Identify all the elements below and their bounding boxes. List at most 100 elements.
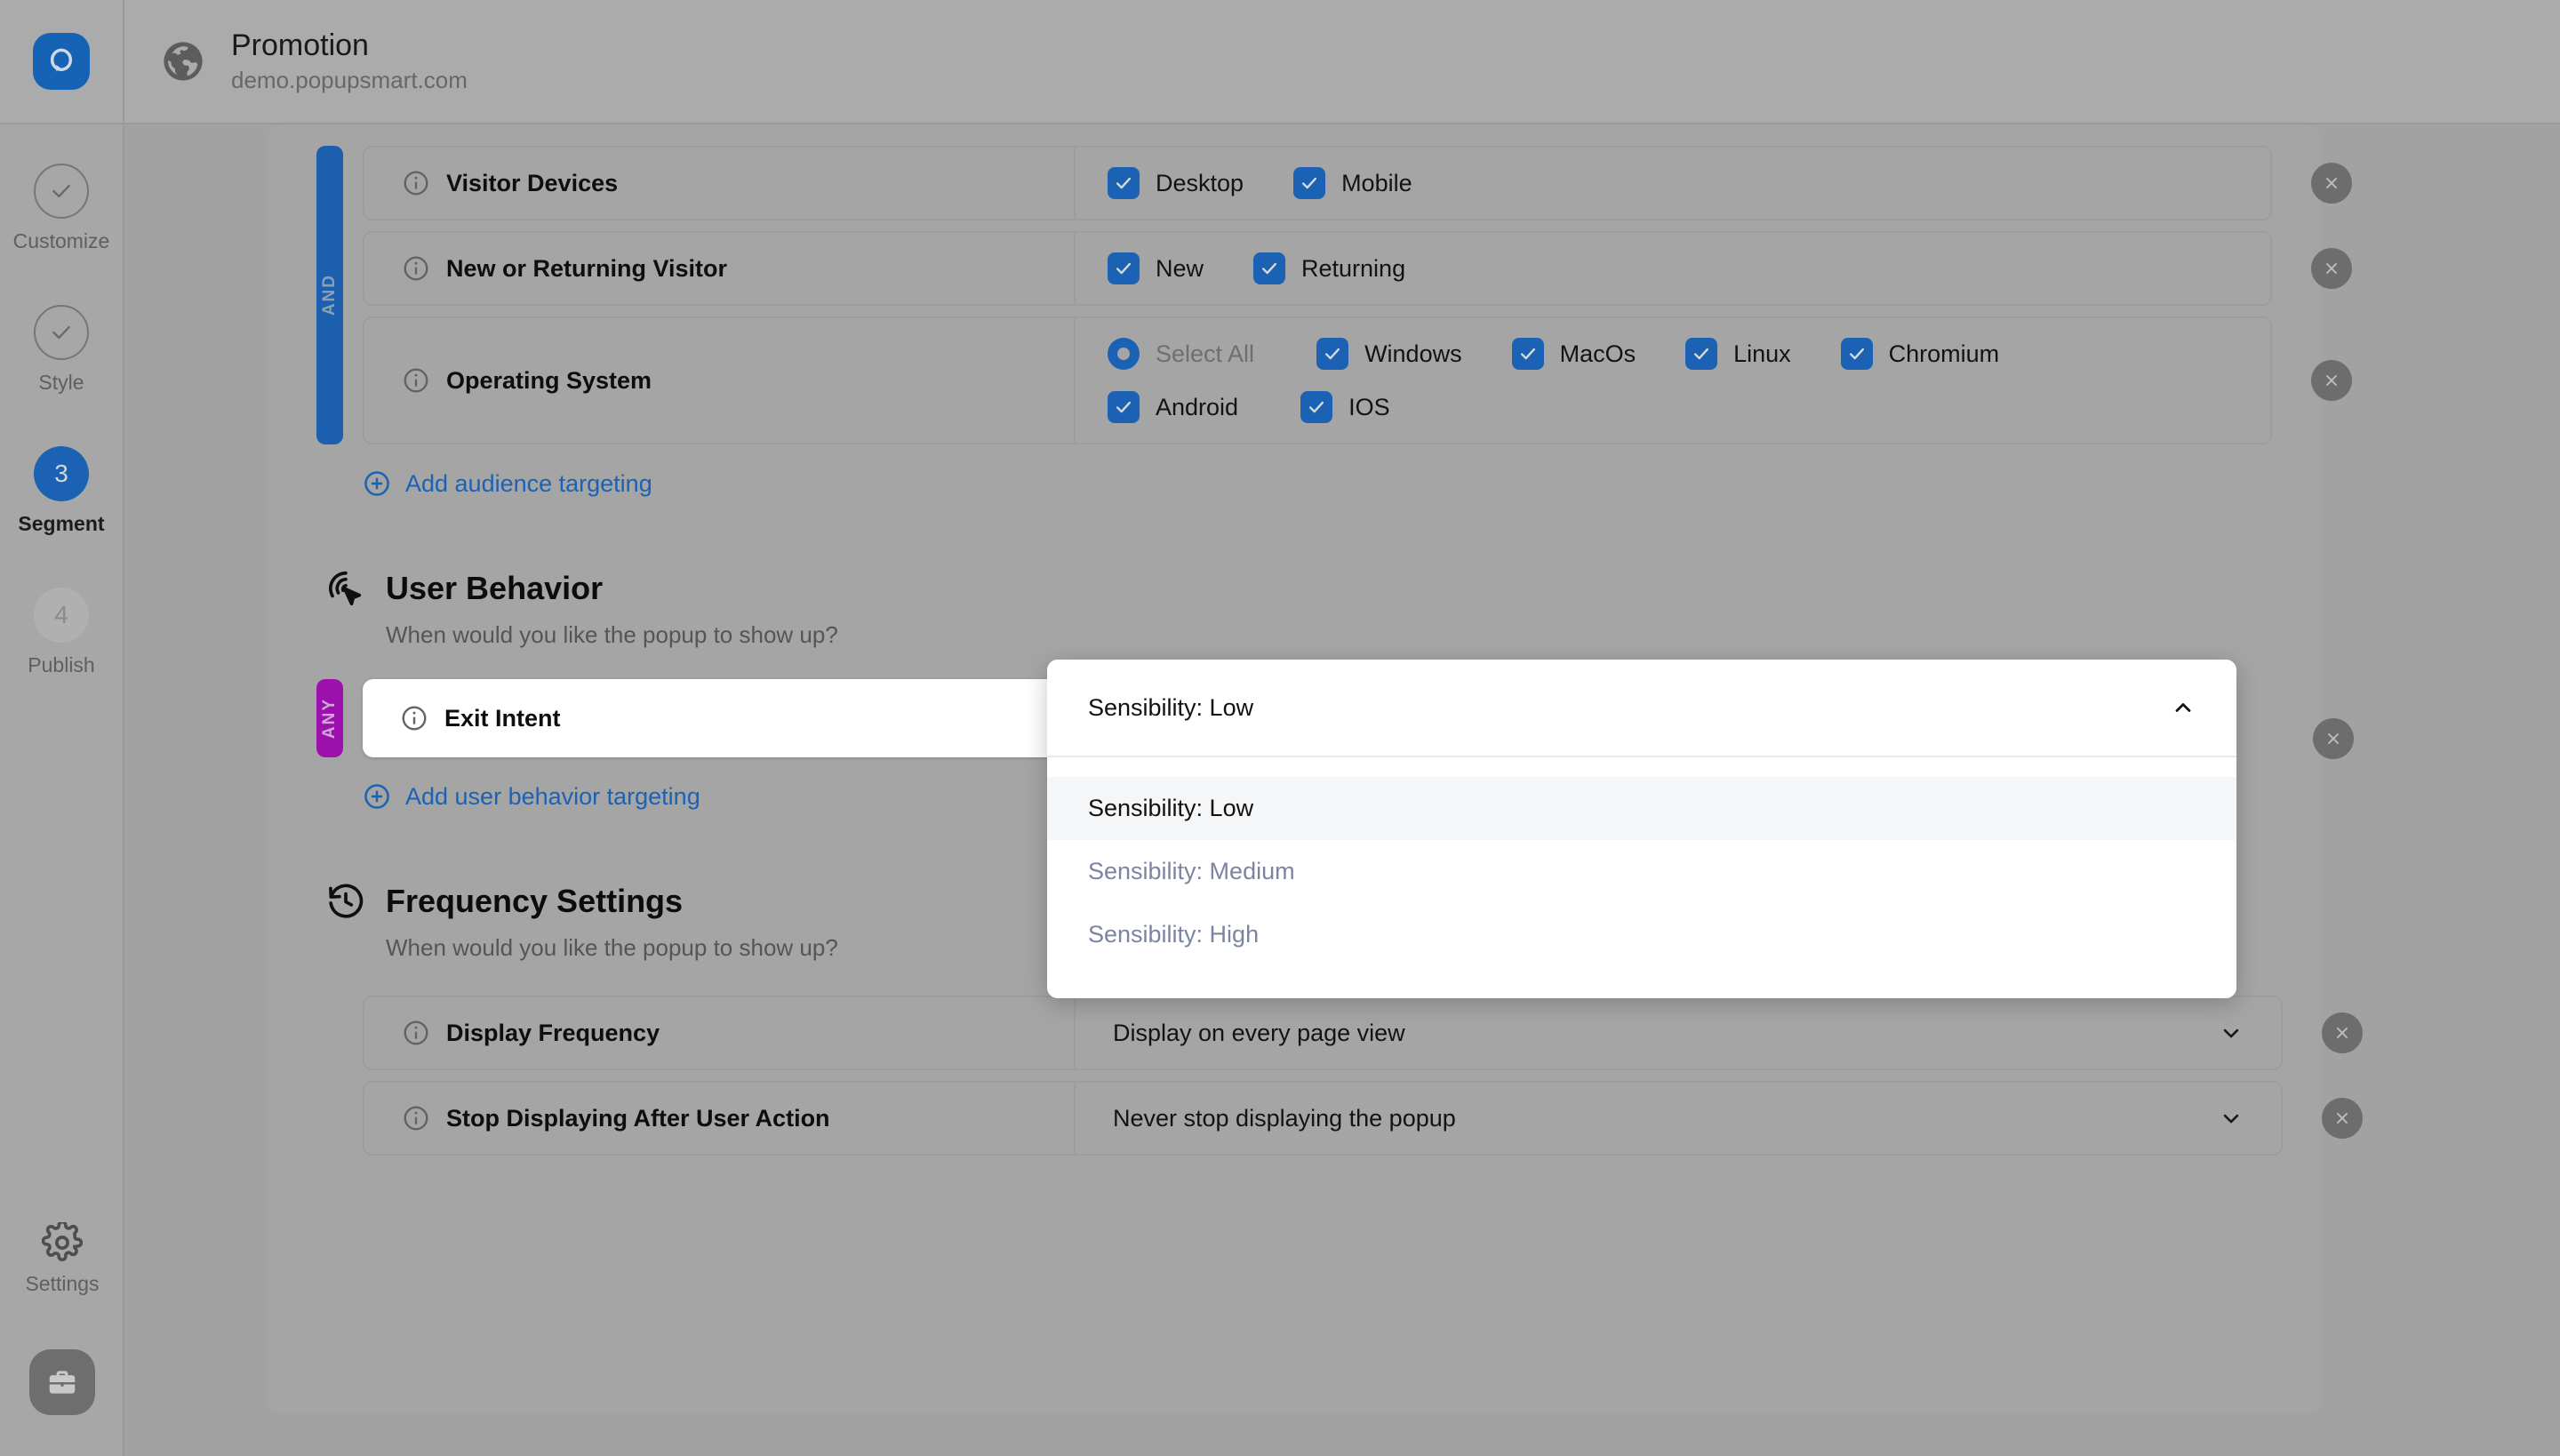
checkbox-mobile[interactable]: Mobile [1293, 167, 1412, 199]
display-frequency-select[interactable]: Display on every page view [1076, 997, 2281, 1068]
sidebar-bottom: Settings [0, 1220, 124, 1415]
chevron-down-icon [2219, 1020, 2244, 1045]
add-user-behavior-targeting-label: Add user behavior targeting [405, 782, 700, 810]
checkbox-label: MacOs [1559, 340, 1636, 367]
checkbox-checked-icon [1108, 391, 1140, 423]
site-info: Promotion demo.popupsmart.com [124, 28, 468, 94]
dropdown-option-low[interactable]: Sensibility: Low [1047, 777, 2236, 840]
rule-title: Operating System [446, 366, 652, 394]
info-icon[interactable] [402, 254, 430, 283]
sidebar-item-customize[interactable]: Customize [0, 164, 123, 253]
sensibility-selected-value: Sensibility: Low [1088, 693, 1254, 721]
step-label-customize: Customize [12, 229, 110, 252]
briefcase-icon[interactable] [29, 1349, 95, 1415]
section-subtitle: When would you like the popup to show up… [386, 621, 838, 648]
plus-circle-icon [363, 469, 391, 498]
settings-label: Settings [25, 1272, 100, 1295]
site-url: demo.popupsmart.com [231, 67, 468, 94]
checkbox-checked-icon [1685, 338, 1718, 370]
connector-and: AND [316, 146, 343, 444]
info-icon[interactable] [400, 704, 428, 732]
remove-rule-button[interactable] [2311, 163, 2352, 204]
top-bar: Promotion demo.popupsmart.com [0, 0, 2560, 124]
gear-icon [41, 1220, 84, 1263]
checkbox-desktop[interactable]: Desktop [1108, 167, 1244, 199]
sidebar-item-publish[interactable]: 4 Publish [0, 588, 123, 677]
stop-displaying-select[interactable]: Never stop displaying the popup [1076, 1083, 2281, 1154]
remove-rule-button[interactable] [2322, 1098, 2363, 1139]
rule-row-exit-intent[interactable]: Exit Intent [363, 679, 1074, 757]
sidebar-item-settings[interactable]: Settings [0, 1220, 124, 1296]
sidebar-item-segment[interactable]: 3 Segment [0, 446, 123, 536]
sensibility-dropdown: Sensibility: Low Sensibility: Low Sensib… [1047, 660, 2236, 998]
sidebar-item-style[interactable]: Style [0, 305, 123, 395]
checkbox-checked-icon [1253, 252, 1286, 284]
info-icon[interactable] [402, 366, 430, 395]
sensibility-dropdown-list: Sensibility: Low Sensibility: Medium Sen… [1047, 757, 2236, 998]
rule-title: New or Returning Visitor [446, 254, 728, 282]
history-clock-icon [325, 881, 366, 922]
checkbox-returning[interactable]: Returning [1253, 252, 1405, 284]
remove-rule-button[interactable] [2311, 360, 2352, 401]
step-label-style: Style [38, 371, 84, 394]
info-icon[interactable] [402, 169, 430, 197]
stop-displaying-value: Never stop displaying the popup [1113, 1104, 1456, 1132]
chevron-up-icon [2171, 695, 2196, 720]
rule-title: Display Frequency [446, 1019, 660, 1046]
checkbox-linux[interactable]: Linux [1685, 338, 1791, 370]
rule-label-visitor-devices: Visitor Devices [364, 148, 1076, 219]
info-icon[interactable] [402, 1104, 430, 1132]
checkbox-windows[interactable]: Windows [1316, 338, 1462, 370]
dropdown-option-high[interactable]: Sensibility: High [1047, 903, 2236, 966]
checkbox-checked-icon [1293, 167, 1326, 199]
checkbox-chromium[interactable]: Chromium [1840, 338, 1999, 370]
plus-circle-icon [363, 782, 391, 811]
rule-row-stop-displaying-after-user-action: Stop Displaying After User Action Never … [363, 1081, 2363, 1156]
step-badge-segment: 3 [34, 446, 89, 501]
page-title: Promotion [231, 28, 369, 62]
remove-rule-button[interactable] [2322, 1012, 2363, 1053]
step-badge-publish: 4 [34, 588, 89, 643]
rule-row-visitor-devices: Visitor Devices Desktop Mobile [363, 146, 2352, 220]
remove-rule-button[interactable] [2311, 248, 2352, 289]
radio-select-all[interactable]: Select All [1108, 338, 1254, 370]
os-options-row-1: Select All Windows MacOs Linux Chromium [1108, 338, 2238, 370]
cursor-target-icon [325, 568, 366, 609]
step-label-publish: Publish [28, 653, 95, 676]
checkbox-checked-icon [1840, 338, 1873, 370]
step-badge-style [34, 305, 89, 360]
add-audience-targeting-label: Add audience targeting [405, 469, 652, 497]
radio-selected-icon [1108, 338, 1140, 370]
segment-panel: AND Visitor Devices Desktop Mobile New o… [267, 124, 2363, 1413]
checkbox-macos[interactable]: MacOs [1511, 338, 1636, 370]
connector-any-label: ANY [320, 697, 339, 740]
radio-label: Select All [1156, 340, 1255, 367]
add-user-behavior-targeting-button[interactable]: Add user behavior targeting [363, 782, 700, 811]
remove-rule-button[interactable] [2313, 718, 2354, 759]
checkbox-label: Android [1156, 393, 1239, 420]
dropdown-option-medium[interactable]: Sensibility: Medium [1047, 840, 2236, 903]
checkbox-checked-icon [1300, 391, 1333, 423]
checkbox-label: Returning [1301, 254, 1406, 282]
checkbox-label: Mobile [1341, 169, 1412, 196]
checkbox-android[interactable]: Android [1108, 391, 1238, 423]
rule-title: Visitor Devices [446, 169, 619, 196]
section-title: User Behavior [386, 570, 604, 606]
rule-label-new-or-returning-visitor: New or Returning Visitor [364, 233, 1076, 304]
app-logo[interactable] [0, 0, 124, 124]
add-audience-targeting-button[interactable]: Add audience targeting [363, 469, 652, 498]
frequency-rows: Display Frequency Display on every page … [363, 996, 2363, 1156]
checkbox-checked-icon [1108, 167, 1140, 199]
checkbox-label: Desktop [1156, 169, 1244, 196]
connector-any: ANY [316, 679, 343, 757]
checkbox-ios[interactable]: IOS [1300, 391, 1390, 423]
rule-options-operating-system: Select All Windows MacOs Linux Chromium … [1076, 318, 2270, 443]
rule-label-stop-displaying: Stop Displaying After User Action [364, 1083, 1076, 1154]
checkbox-checked-icon [1108, 252, 1140, 284]
popupsmart-logo-icon [33, 33, 90, 90]
info-icon[interactable] [402, 1019, 430, 1047]
os-options-row-2: Android IOS [1108, 391, 2238, 423]
sensibility-dropdown-trigger[interactable]: Sensibility: Low [1047, 660, 2236, 757]
rule-options-new-or-returning: New Returning [1076, 233, 2270, 304]
checkbox-new[interactable]: New [1108, 252, 1204, 284]
